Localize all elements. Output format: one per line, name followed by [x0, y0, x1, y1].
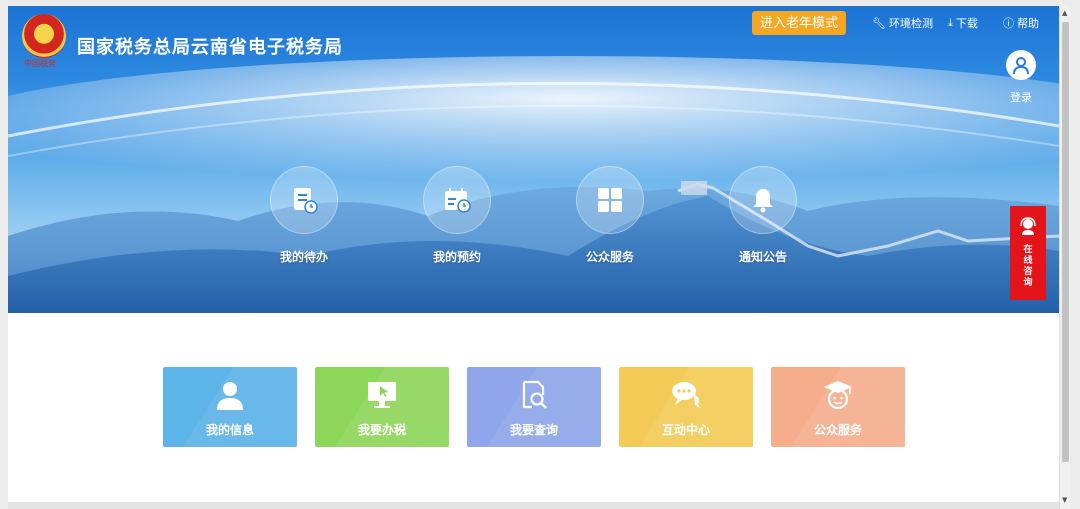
- logo-caption: 中国税务: [24, 59, 56, 68]
- bell-icon: [753, 189, 773, 213]
- scroll-up-icon[interactable]: ▲: [1062, 9, 1067, 17]
- tile-label-public-service: 公众服务: [813, 423, 862, 437]
- env-check-label: 环境检测: [888, 18, 933, 30]
- tile-label-query: 我要查询: [509, 423, 558, 437]
- elder-mode-button[interactable]: 进入老年模式: [752, 11, 846, 35]
- tile-public-service[interactable]: 公众服务: [771, 367, 905, 447]
- tile-label-tax-handling: 我要办税: [357, 423, 406, 437]
- tile-query[interactable]: 我要查询: [467, 367, 601, 447]
- monitor-cursor-icon: [368, 382, 396, 408]
- page: 中国税务 国家税务总局云南省电子税务局 进入老年模式 🔧︎ 环境检测 ⤓ 下载 …: [8, 6, 1059, 509]
- online-consult-button[interactable]: 在线咨询: [1010, 206, 1046, 300]
- calendar-clock-icon: [445, 188, 471, 213]
- browser-frame: 中国税务 国家税务总局云南省电子税务局 进入老年模式 🔧︎ 环境检测 ⤓ 下载 …: [0, 0, 1080, 509]
- tax-emblem-logo: [22, 14, 66, 58]
- hero-item-todo[interactable]: 我的待办: [259, 166, 349, 265]
- tile-label-interaction-center: 互动中心: [661, 423, 710, 437]
- hero-label-public-service: 公众服务: [585, 250, 634, 264]
- hero-circle: [423, 166, 491, 234]
- graduate-icon: [824, 381, 852, 410]
- tile-my-info[interactable]: 我的信息: [163, 367, 297, 447]
- wrench-icon: 🔧︎: [872, 17, 886, 30]
- help-link[interactable]: ⓘ 帮助: [1003, 15, 1039, 31]
- download-icon: ⤓: [948, 16, 953, 29]
- tile-interaction-center[interactable]: 互动中心: [619, 367, 753, 447]
- hero-item-notice[interactable]: 通知公告: [718, 166, 808, 265]
- hero-circle: [576, 166, 644, 234]
- header-banner: 中国税务 国家税务总局云南省电子税务局 进入老年模式 🔧︎ 环境检测 ⤓ 下载 …: [8, 6, 1059, 313]
- login-avatar-button[interactable]: [1006, 50, 1036, 80]
- tile-tax-handling[interactable]: 我要办税: [315, 367, 449, 447]
- user-icon: [1013, 57, 1029, 75]
- hero-item-appointment[interactable]: 我的预约: [412, 166, 502, 265]
- online-consult-label: 在线咨询: [1023, 244, 1033, 287]
- download-label: 下载: [955, 18, 978, 30]
- help-label: 帮助: [1017, 18, 1039, 30]
- login-label[interactable]: 登录: [1010, 89, 1032, 105]
- hero-item-public-service[interactable]: 公众服务: [565, 166, 655, 265]
- headset-icon: [1020, 217, 1036, 235]
- scroll-down-icon[interactable]: ▼: [1062, 496, 1067, 504]
- env-check-link[interactable]: 🔧︎ 环境检测: [872, 15, 933, 31]
- footer-strip: [8, 502, 1059, 509]
- grid-icon: [598, 188, 622, 212]
- hero-label-todo: 我的待办: [279, 250, 328, 264]
- hero-circle: [270, 166, 338, 234]
- document-clock-icon: [294, 188, 318, 214]
- scrollbar-thumb[interactable]: [1062, 22, 1069, 462]
- user-icon: [217, 382, 243, 410]
- chat-bubbles-icon: [672, 382, 700, 408]
- download-link[interactable]: ⤓ 下载: [948, 15, 978, 31]
- vertical-scrollbar[interactable]: ▲ ▼: [1059, 6, 1070, 509]
- site-title: 国家税务总局云南省电子税务局: [77, 37, 343, 57]
- hero-label-appointment: 我的预约: [432, 250, 481, 264]
- hero-label-notice: 通知公告: [738, 250, 787, 264]
- help-icon: ⓘ: [1003, 18, 1014, 30]
- document-search-icon: [522, 380, 547, 409]
- hero-circle: [729, 166, 797, 234]
- tile-label-my-info: 我的信息: [205, 423, 254, 437]
